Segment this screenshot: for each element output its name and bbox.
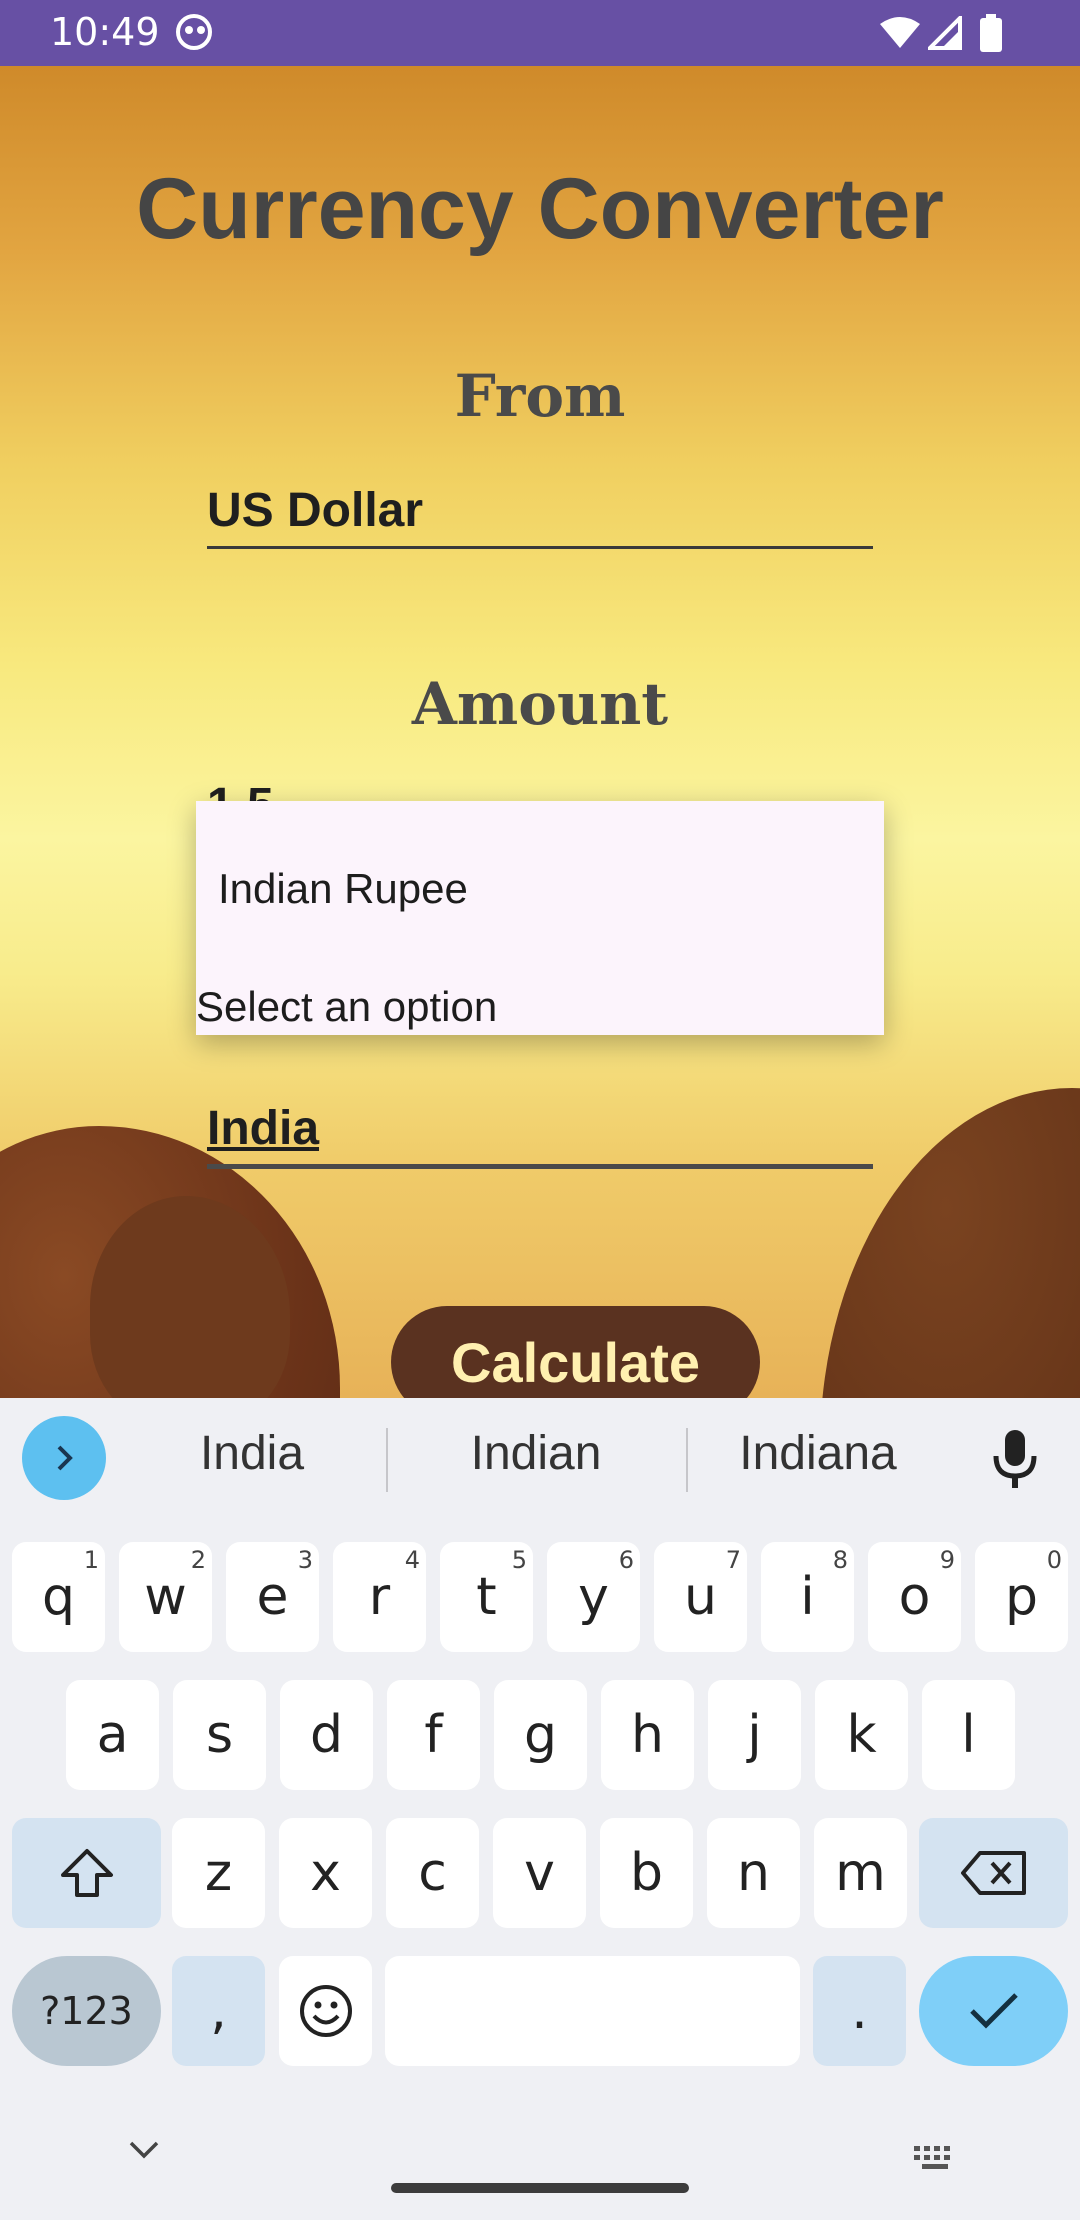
key-label: u	[684, 1567, 717, 1627]
wifi-icon	[880, 17, 920, 48]
period-key[interactable]: .	[813, 1956, 906, 2066]
space-key[interactable]	[385, 1956, 800, 2066]
key-hint-number: 7	[725, 1546, 741, 1574]
key-hint-number: 0	[1046, 1546, 1062, 1574]
home-indicator[interactable]	[391, 2183, 689, 2193]
key-m[interactable]: m	[814, 1818, 907, 1928]
expand-toolbar-icon[interactable]	[22, 1416, 106, 1500]
key-label: r	[368, 1567, 391, 1627]
hide-keyboard-icon[interactable]	[128, 2140, 160, 2160]
key-hint-number: 6	[618, 1546, 634, 1574]
key-label: q	[41, 1567, 75, 1627]
signal-icon	[928, 16, 962, 50]
status-bar: 10:49	[0, 0, 1080, 66]
key-a[interactable]: a	[66, 1680, 159, 1790]
app-screen: Currency Converter From US Dollar Amount…	[0, 66, 1080, 1398]
notification-icon	[176, 14, 212, 50]
key-hint-number: 9	[939, 1546, 955, 1574]
suggestion-3[interactable]: Indiana	[678, 1426, 958, 1481]
suggestion-1[interactable]: India	[112, 1426, 392, 1481]
key-hint-number: 5	[511, 1546, 527, 1574]
key-label: e	[256, 1567, 289, 1627]
key-label: w	[144, 1567, 187, 1627]
key-label: y	[578, 1567, 609, 1627]
key-hint-number: 3	[297, 1546, 313, 1574]
key-e[interactable]: e3	[226, 1542, 319, 1652]
key-i[interactable]: i8	[761, 1542, 854, 1652]
backspace-key[interactable]	[919, 1818, 1068, 1928]
key-k[interactable]: k	[815, 1680, 908, 1790]
key-hint-number: 1	[83, 1546, 99, 1574]
emoji-key[interactable]	[279, 1956, 372, 2066]
key-v[interactable]: v	[493, 1818, 586, 1928]
from-currency-value: US Dollar	[207, 484, 424, 537]
microphone-icon[interactable]	[990, 1428, 1040, 1490]
key-hint-number: 8	[832, 1546, 848, 1574]
key-x[interactable]: x	[279, 1818, 372, 1928]
suggestion-divider	[386, 1428, 388, 1492]
key-label: t	[476, 1567, 497, 1627]
key-n[interactable]: n	[707, 1818, 800, 1928]
from-currency-field[interactable]: US Dollar	[207, 484, 873, 549]
keyboard-switcher-icon[interactable]	[912, 2144, 958, 2172]
key-d[interactable]: d	[280, 1680, 373, 1790]
dropdown-hint: Select an option	[196, 983, 498, 1030]
key-t[interactable]: t5	[440, 1542, 533, 1652]
key-o[interactable]: o9	[868, 1542, 961, 1652]
key-j[interactable]: j	[708, 1680, 801, 1790]
page-title: Currency Converter	[136, 161, 944, 257]
shift-key[interactable]	[12, 1818, 161, 1928]
to-currency-field[interactable]: India	[207, 1102, 873, 1169]
battery-icon	[980, 14, 1002, 52]
key-hint-number: 2	[190, 1546, 206, 1574]
key-label: p	[1004, 1567, 1038, 1627]
symbols-key[interactable]: ?123	[12, 1956, 161, 2066]
key-h[interactable]: h	[601, 1680, 694, 1790]
key-w[interactable]: w2	[119, 1542, 212, 1652]
suggestion-2[interactable]: Indian	[396, 1426, 676, 1481]
key-c[interactable]: c	[386, 1818, 479, 1928]
key-p[interactable]: p0	[975, 1542, 1068, 1652]
key-y[interactable]: y6	[547, 1542, 640, 1652]
soft-keyboard: India Indian Indiana ?123 , . q1w2e3r4t5…	[0, 1398, 1080, 2220]
key-label: o	[898, 1567, 931, 1627]
dropdown-option-indian-rupee[interactable]: Indian Rupee	[218, 865, 468, 913]
key-f[interactable]: f	[387, 1680, 480, 1790]
to-currency-value: India	[207, 1102, 320, 1155]
status-time: 10:49	[50, 10, 160, 54]
from-label: From	[454, 362, 626, 430]
key-l[interactable]: l	[922, 1680, 1015, 1790]
key-r[interactable]: r4	[333, 1542, 426, 1652]
key-b[interactable]: b	[600, 1818, 693, 1928]
key-z[interactable]: z	[172, 1818, 265, 1928]
amount-label: Amount	[411, 670, 669, 738]
key-hint-number: 4	[404, 1546, 420, 1574]
key-u[interactable]: u7	[654, 1542, 747, 1652]
autocomplete-dropdown: Indian Rupee Select an option	[196, 801, 884, 1035]
key-g[interactable]: g	[494, 1680, 587, 1790]
done-key[interactable]	[919, 1956, 1068, 2066]
comma-key[interactable]: ,	[172, 1956, 265, 2066]
key-label: i	[800, 1567, 815, 1627]
key-q[interactable]: q1	[12, 1542, 105, 1652]
calculate-button[interactable]: Calculate	[391, 1306, 760, 1398]
key-s[interactable]: s	[173, 1680, 266, 1790]
